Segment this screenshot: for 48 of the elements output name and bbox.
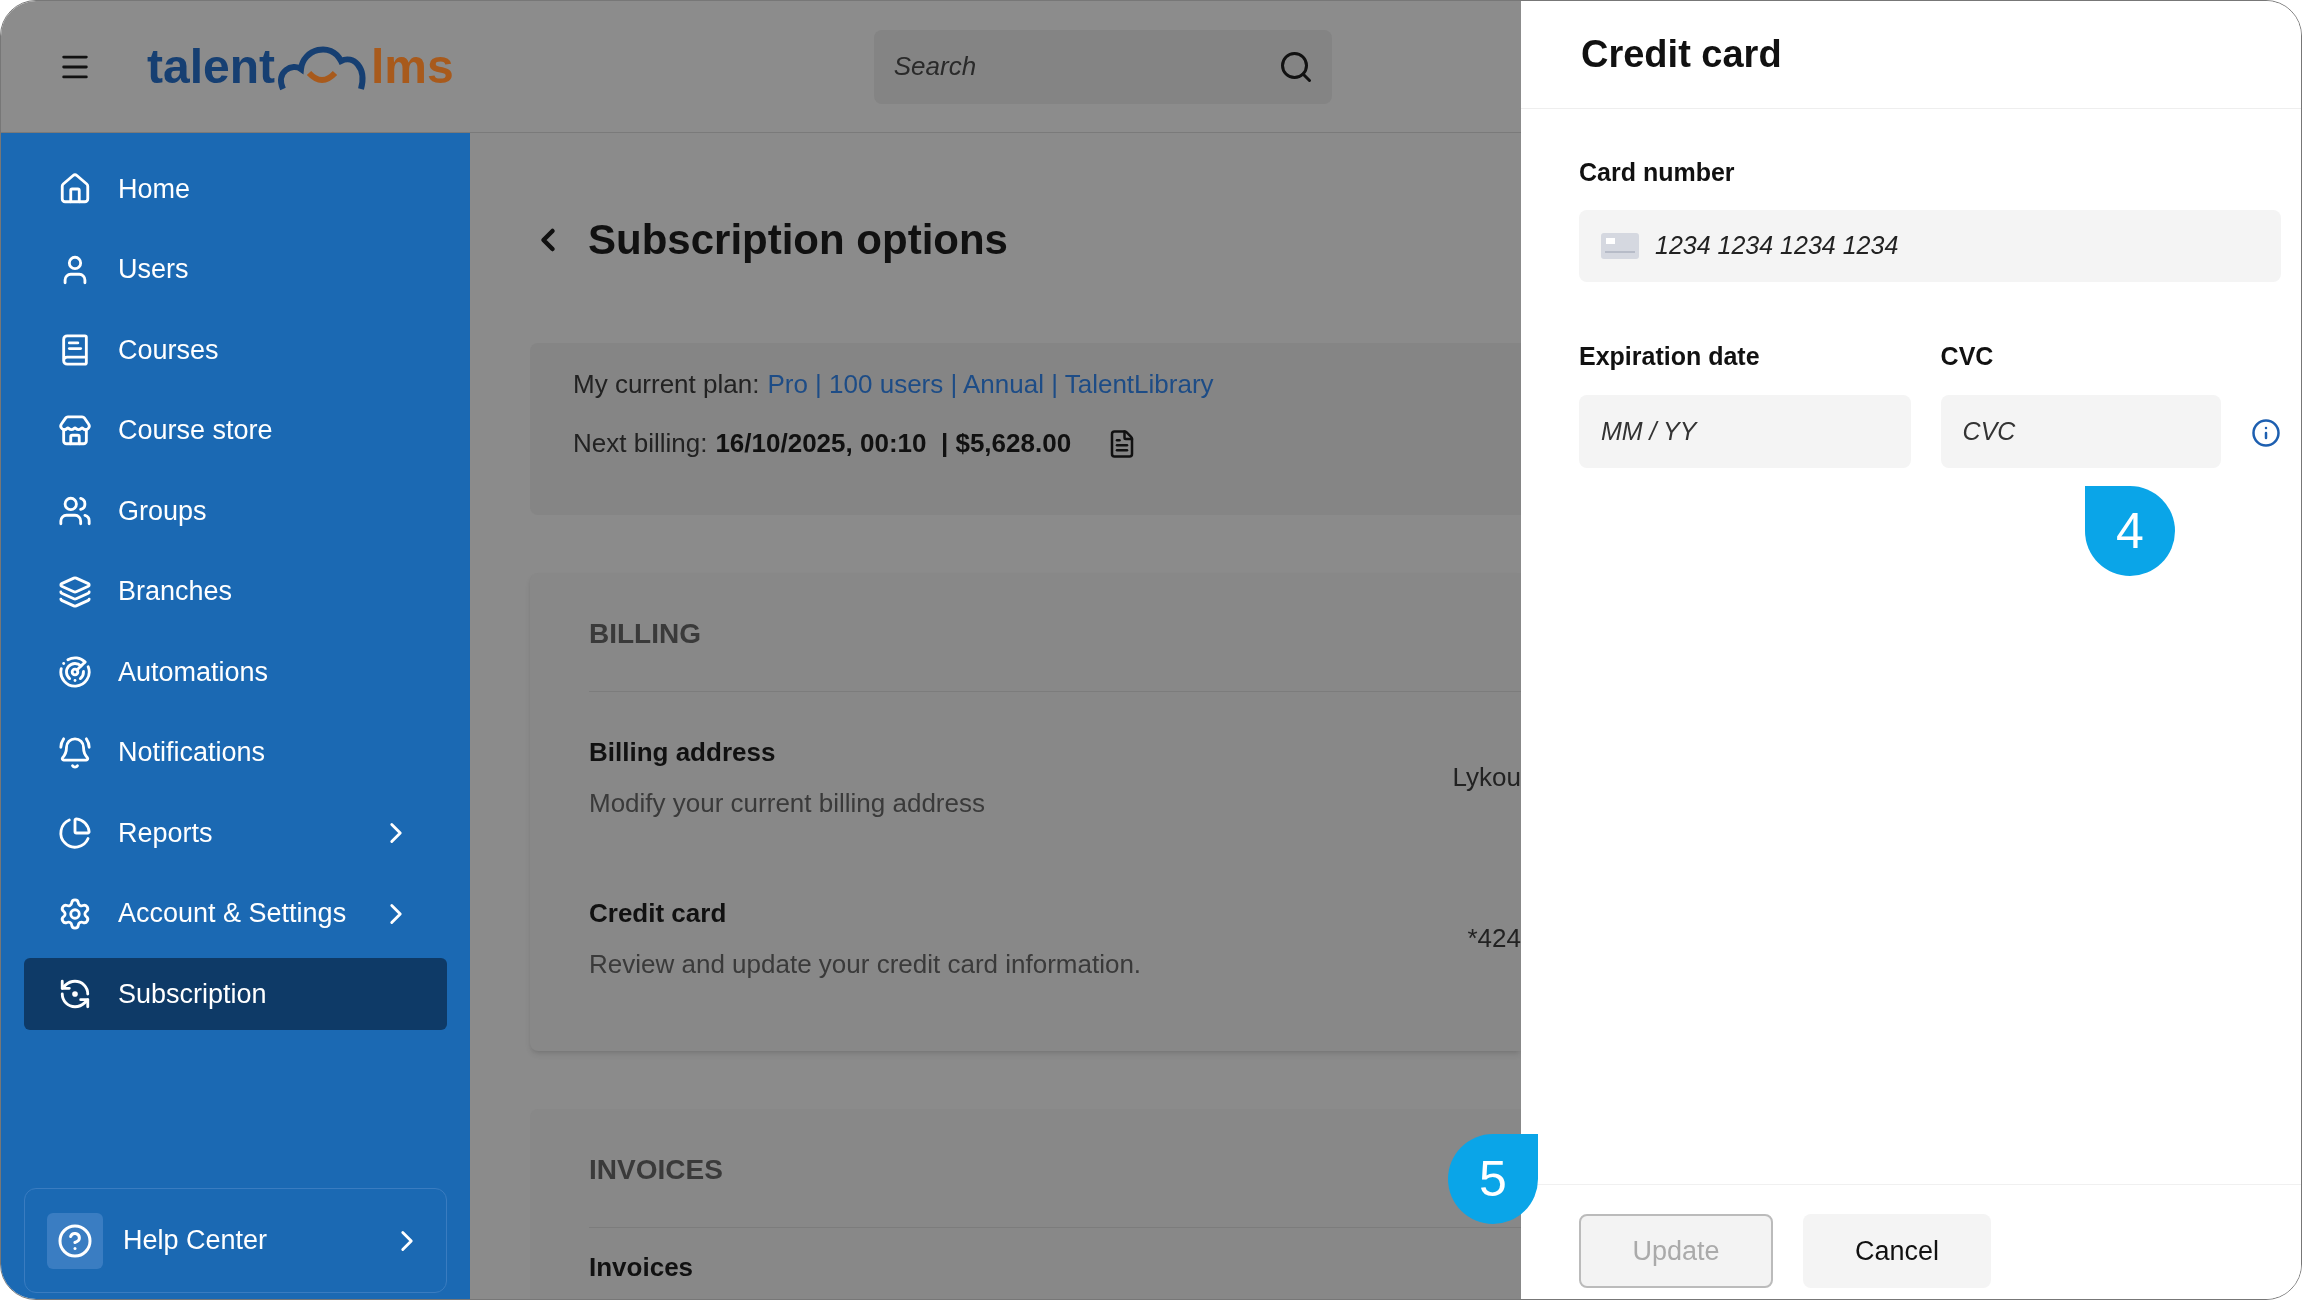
row-value: *424	[1467, 922, 1521, 955]
home-icon	[58, 172, 92, 206]
sidebar-item[interactable]: Automations	[24, 636, 447, 708]
row-value: Lykou	[1452, 761, 1521, 794]
sidebar-item[interactable]: Reports	[24, 797, 447, 869]
panel-title: Credit card	[1581, 32, 1782, 77]
row-description: Modify your current billing address	[589, 786, 986, 820]
billing-value: 16/10/2025, 00:10 | $5,628.00	[715, 427, 1072, 460]
row-description: Review and update your credit card information.	[589, 947, 1143, 981]
sidebar-item[interactable]: Course store	[24, 394, 447, 467]
layers-icon	[58, 574, 92, 609]
info-icon	[2251, 418, 2281, 448]
billing-label: Next billing:	[573, 427, 708, 460]
row-title: Invoices	[589, 1251, 695, 1284]
sidebar-item[interactable]: Branches	[24, 555, 447, 628]
field-label: CVC	[1940, 340, 1995, 372]
refresh-icon	[58, 977, 92, 1011]
bell-icon	[58, 735, 92, 770]
sidebar-item[interactable]: Home	[24, 153, 447, 225]
sidebar-item[interactable]: Notifications	[24, 716, 447, 789]
radar-icon	[58, 655, 92, 689]
settings-icon	[58, 896, 92, 931]
sidebar-item[interactable]: Users	[24, 233, 447, 306]
row-title: Credit card	[589, 896, 728, 930]
cancel-button[interactable]: Cancel	[1803, 1214, 1991, 1288]
field-label: Card number	[1579, 157, 1736, 188]
search-field[interactable]: Search	[873, 29, 1332, 104]
row-title: Billing address	[589, 735, 777, 769]
plan-label: My current plan:	[573, 368, 760, 401]
users-icon	[58, 494, 92, 528]
cvc-field[interactable]: CVC	[1940, 395, 2221, 468]
sidebar-item[interactable]: Subscription	[24, 958, 447, 1030]
page-title: Subscription options	[588, 215, 1008, 265]
field-label: Expiration date	[1579, 340, 1761, 372]
plan-details: Pro | 100 users | Annual | TalentLibrary	[767, 368, 1214, 401]
info-button[interactable]	[2251, 418, 2281, 448]
help-center-button[interactable]: Help Center	[24, 1188, 447, 1293]
expiration-field[interactable]: MM / YY	[1579, 395, 1911, 468]
pie-chart-icon	[58, 816, 92, 850]
help-icon	[47, 1212, 103, 1269]
billing-heading: BILLING	[589, 613, 1521, 692]
sidebar-item[interactable]: Groups	[24, 475, 447, 547]
store-icon	[58, 413, 92, 448]
credit-card-icon	[1601, 232, 1639, 259]
sidebar-item[interactable]: Account & Settings	[24, 877, 447, 950]
card-number-field[interactable]: 1234 1234 1234 1234	[1579, 209, 2281, 282]
sidebar-item[interactable]: Courses	[24, 314, 447, 386]
logo: talent lms	[147, 38, 454, 95]
